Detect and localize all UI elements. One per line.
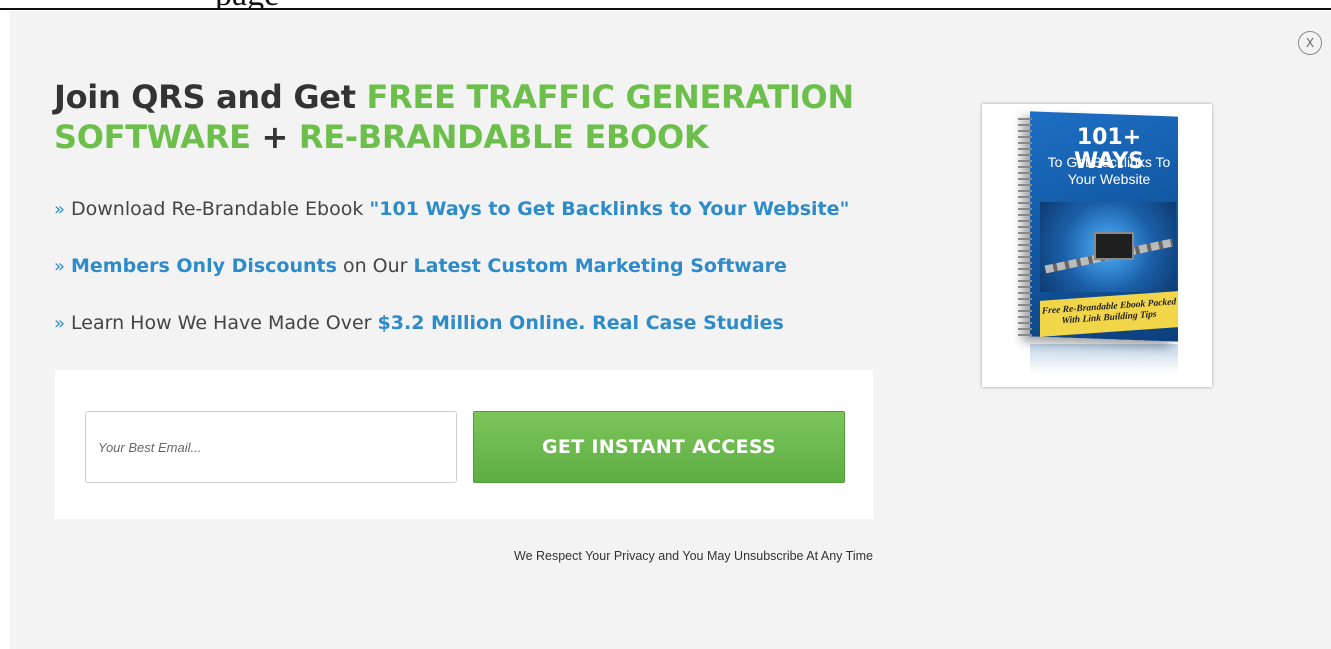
- background-page-strip: page: [0, 0, 1331, 10]
- headline-part1: Join QRS and Get: [54, 78, 367, 116]
- chevron-right-icon: »: [54, 256, 66, 277]
- ebook-reflection: [1030, 344, 1178, 374]
- ebook-subtitle: To Get Backlinks To Your Website: [1047, 154, 1171, 187]
- bullet-highlight-2: Latest Custom Marketing Software: [413, 255, 787, 277]
- bullet-text: Download Re-Brandable Ebook: [71, 198, 370, 220]
- close-icon[interactable]: X: [1298, 31, 1322, 55]
- bullet-highlight: "101 Ways to Get Backlinks to Your Websi…: [369, 198, 850, 220]
- bullet-item-discounts: » Members Only Discounts on Our Latest Cu…: [54, 255, 787, 277]
- ebook-cover-image: 101+ WAYS To Get Backlinks To Your Websi…: [982, 104, 1212, 387]
- bullet-text: on Our: [336, 255, 414, 277]
- optin-form: GET INSTANT ACCESS: [55, 370, 873, 519]
- bullet-text: Learn How We Have Made Over: [71, 312, 378, 334]
- optin-popup: X Join QRS and Get FREE TRAFFIC GENERATI…: [10, 11, 1331, 649]
- bullet-item-ebook: » Download Re-Brandable Ebook "101 Ways t…: [54, 198, 849, 220]
- laptop-icon: [1094, 232, 1134, 260]
- background-divider: [0, 8, 1331, 10]
- headline-part4: RE-BRANDABLE EBOOK: [298, 118, 709, 156]
- headline-part3: +: [250, 118, 299, 156]
- chevron-right-icon: »: [54, 199, 66, 220]
- spiral-binding: [1018, 118, 1032, 338]
- bullet-highlight: $3.2 Million Online. Real Case Studies: [377, 312, 784, 334]
- chevron-right-icon: »: [54, 313, 66, 334]
- privacy-notice: We Respect Your Privacy and You May Unsu…: [514, 549, 873, 563]
- bullet-item-case-studies: » Learn How We Have Made Over $3.2 Millio…: [54, 312, 784, 334]
- get-instant-access-button[interactable]: GET INSTANT ACCESS: [473, 411, 845, 483]
- bullet-highlight: Members Only Discounts: [71, 255, 337, 277]
- popup-headline: Join QRS and Get FREE TRAFFIC GENERATION…: [54, 77, 914, 157]
- email-field[interactable]: [85, 411, 457, 483]
